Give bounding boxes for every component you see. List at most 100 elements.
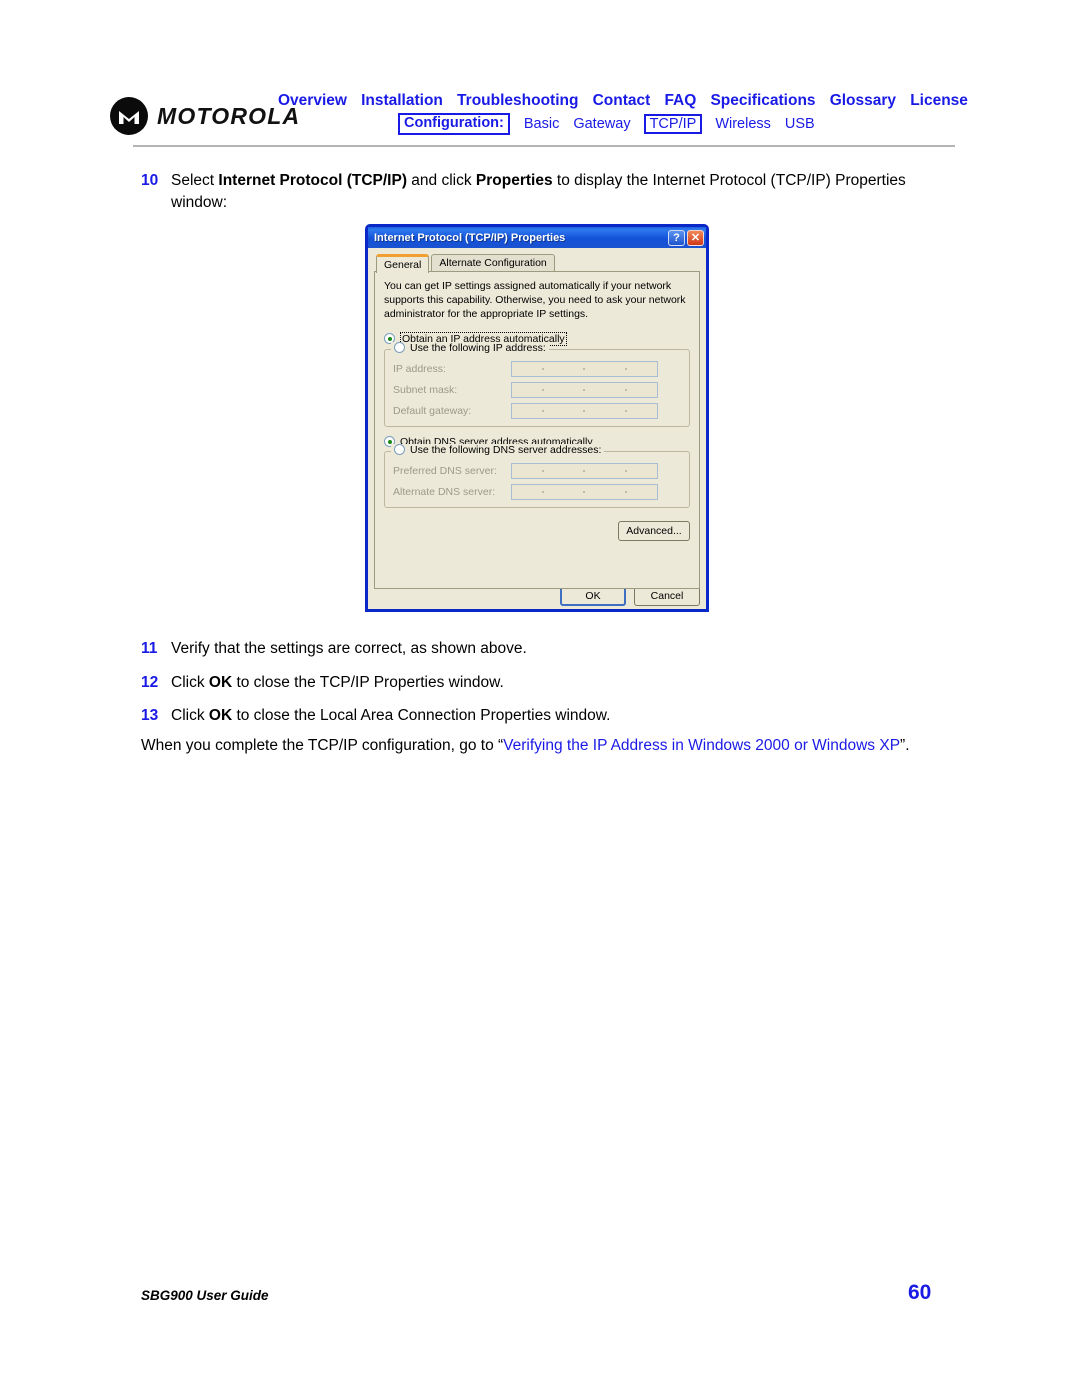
ip-separator-dot bbox=[583, 367, 586, 370]
close-icon[interactable]: ✕ bbox=[687, 229, 704, 246]
tcpip-properties-dialog: Internet Protocol (TCP/IP) Properties ? … bbox=[365, 224, 709, 612]
ip-address-label: IP address: bbox=[393, 362, 446, 375]
ip-separator-dot bbox=[625, 409, 628, 412]
help-icon[interactable]: ? bbox=[668, 229, 685, 246]
closing-part2: ”. bbox=[900, 737, 910, 754]
radio-button-icon bbox=[394, 444, 405, 456]
tab-alternate-configuration[interactable]: Alternate Configuration bbox=[431, 254, 555, 271]
dialog-tabpanel: You can get IP settings assigned automat… bbox=[374, 271, 700, 589]
advanced-button[interactable]: Advanced... bbox=[618, 520, 690, 541]
dialog-body: General Alternate Configuration You can … bbox=[368, 248, 706, 612]
tcpip-focus-bar-bottom bbox=[648, 131, 698, 134]
ip-separator-dot bbox=[541, 490, 544, 493]
page-header: MOTOROLA Overview Installation Troublesh… bbox=[0, 0, 1080, 150]
ip-separator-dot bbox=[625, 490, 628, 493]
alternate-dns-label: Alternate DNS server: bbox=[393, 485, 496, 498]
ip-separator-dot bbox=[583, 409, 586, 412]
field-row-default-gateway: Default gateway: bbox=[393, 402, 681, 419]
nav-item-contact[interactable]: Contact bbox=[593, 92, 651, 110]
preferred-dns-label: Preferred DNS server: bbox=[393, 464, 497, 477]
radio-use-following-dns-label: Use the following DNS server addresses: bbox=[410, 443, 602, 456]
dialog-intro-text: You can get IP settings assigned automat… bbox=[384, 280, 686, 320]
subnet-mask-input[interactable] bbox=[511, 381, 658, 398]
nav-item-specifications[interactable]: Specifications bbox=[710, 92, 815, 110]
step-12: 12 Click OK to close the TCP/IP Properti… bbox=[141, 672, 961, 694]
nav-subitem-tcpip-label: TCP/IP bbox=[649, 115, 697, 132]
step-13-number: 13 bbox=[141, 707, 159, 724]
primary-navigation: Overview Installation Troubleshooting Co… bbox=[278, 92, 968, 110]
radio-use-following-dns[interactable]: Use the following DNS server addresses: bbox=[391, 443, 605, 456]
step-12-number: 12 bbox=[141, 674, 159, 691]
manual-ip-group: Use the following IP address: IP address… bbox=[384, 341, 690, 427]
ip-separator-dot bbox=[625, 469, 628, 472]
step-12-text: Click OK to close the TCP/IP Properties … bbox=[171, 672, 961, 694]
ip-separator-dot bbox=[583, 490, 586, 493]
secondary-navigation: Configuration: Basic Gateway TCP/IP Wire… bbox=[398, 113, 815, 135]
nav-subitem-tcpip[interactable]: TCP/IP bbox=[643, 113, 703, 134]
header-divider bbox=[133, 145, 955, 147]
step-13: 13 Click OK to close the Local Area Conn… bbox=[141, 705, 961, 727]
field-row-preferred-dns: Preferred DNS server: bbox=[393, 462, 681, 479]
step-12-bold1: OK bbox=[208, 674, 233, 691]
nav-subitem-basic[interactable]: Basic bbox=[524, 116, 559, 132]
ip-separator-dot bbox=[583, 388, 586, 391]
alternate-dns-input[interactable] bbox=[511, 483, 658, 500]
motorola-batwing-icon bbox=[110, 97, 148, 135]
closing-part1: When you complete the TCP/IP configurati… bbox=[141, 737, 504, 754]
radio-use-following-ip-label: Use the following IP address: bbox=[410, 341, 546, 354]
nav-subitem-usb[interactable]: USB bbox=[785, 116, 815, 132]
step-12-part1: Click bbox=[171, 674, 209, 691]
motorola-logo: MOTOROLA bbox=[110, 97, 300, 135]
default-gateway-input[interactable] bbox=[511, 402, 658, 419]
default-gateway-label: Default gateway: bbox=[393, 404, 472, 417]
ip-separator-dot bbox=[541, 409, 544, 412]
footer-guide-title: SBG900 User Guide bbox=[141, 1288, 269, 1303]
step-13-text: Click OK to close the Local Area Connect… bbox=[171, 705, 961, 727]
verifying-ip-address-link[interactable]: Verifying the IP Address in Windows 2000… bbox=[503, 737, 900, 754]
ip-address-input[interactable] bbox=[511, 360, 658, 377]
field-row-subnet-mask: Subnet mask: bbox=[393, 381, 681, 398]
tab-general[interactable]: General bbox=[376, 254, 430, 273]
tcpip-focus-bar-top bbox=[648, 113, 698, 116]
ip-separator-dot bbox=[583, 469, 586, 472]
step-10-bold2: Properties bbox=[475, 172, 553, 189]
field-row-alternate-dns: Alternate DNS server: bbox=[393, 483, 681, 500]
nav-subitem-gateway[interactable]: Gateway bbox=[573, 116, 630, 132]
ip-separator-dot bbox=[541, 469, 544, 472]
radio-button-icon bbox=[394, 342, 405, 354]
nav-section-configuration[interactable]: Configuration: bbox=[398, 113, 510, 135]
ip-separator-dot bbox=[541, 388, 544, 391]
step-11-number: 11 bbox=[141, 640, 158, 657]
subnet-mask-label: Subnet mask: bbox=[393, 383, 458, 396]
preferred-dns-input[interactable] bbox=[511, 462, 658, 479]
ip-separator-dot bbox=[625, 388, 628, 391]
nav-item-license[interactable]: License bbox=[910, 92, 968, 110]
dialog-tabstrip: General Alternate Configuration bbox=[376, 253, 700, 273]
step-10-bold1: Internet Protocol (TCP/IP) bbox=[218, 172, 407, 189]
step-13-part2: to close the Local Area Connection Prope… bbox=[232, 707, 611, 724]
step-12-part2: to close the TCP/IP Properties window. bbox=[232, 674, 504, 691]
nav-subitem-wireless[interactable]: Wireless bbox=[715, 116, 771, 132]
nav-item-overview[interactable]: Overview bbox=[278, 92, 347, 110]
ip-separator-dot bbox=[625, 367, 628, 370]
radio-use-following-ip[interactable]: Use the following IP address: bbox=[391, 341, 549, 354]
dialog-titlebar[interactable]: Internet Protocol (TCP/IP) Properties ? … bbox=[368, 227, 706, 248]
nav-item-glossary[interactable]: Glossary bbox=[830, 92, 896, 110]
ip-separator-dot bbox=[541, 367, 544, 370]
dialog-title: Internet Protocol (TCP/IP) Properties bbox=[374, 231, 566, 244]
nav-item-troubleshooting[interactable]: Troubleshooting bbox=[457, 92, 578, 110]
nav-item-faq[interactable]: FAQ bbox=[664, 92, 696, 110]
step-13-part1: Click bbox=[171, 707, 209, 724]
step-11-text: Verify that the settings are correct, as… bbox=[171, 640, 527, 657]
step-13-bold1: OK bbox=[208, 707, 233, 724]
nav-item-installation[interactable]: Installation bbox=[361, 92, 443, 110]
closing-paragraph: When you complete the TCP/IP configurati… bbox=[141, 735, 951, 757]
manual-dns-group: Use the following DNS server addresses: … bbox=[384, 443, 690, 508]
step-10-number: 10 bbox=[141, 172, 159, 189]
field-row-ip-address: IP address: bbox=[393, 360, 681, 377]
step-10-text: Select Internet Protocol (TCP/IP) and cl… bbox=[171, 170, 961, 214]
step-10-part1: Select bbox=[171, 172, 219, 189]
step-11: 11 Verify that the settings are correct,… bbox=[141, 638, 961, 660]
step-10: 10 Select Internet Protocol (TCP/IP) and… bbox=[141, 170, 961, 214]
footer-page-number: 60 bbox=[908, 1281, 932, 1304]
